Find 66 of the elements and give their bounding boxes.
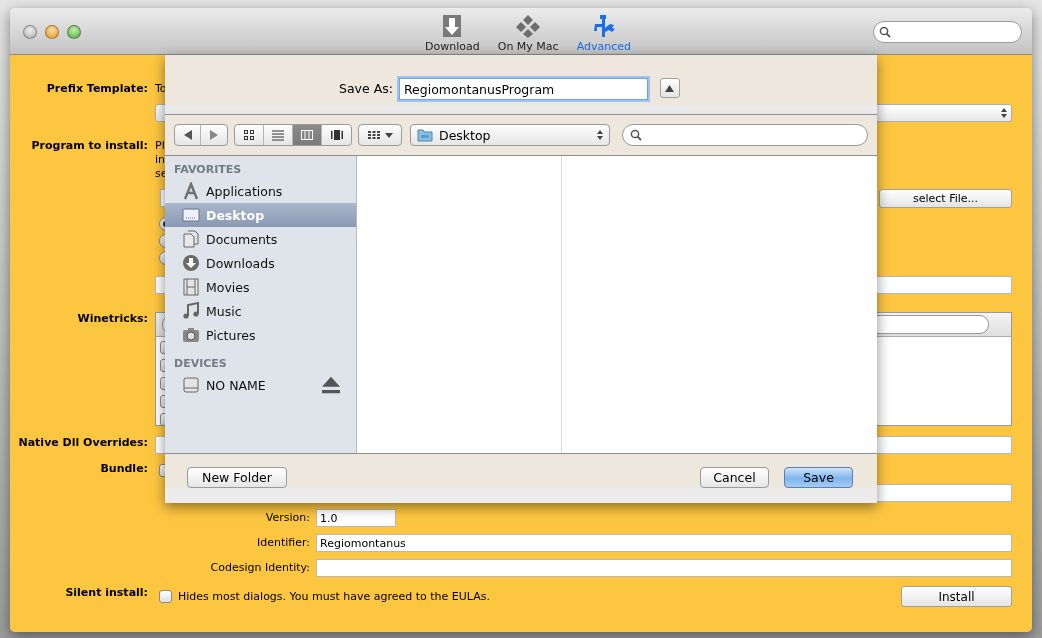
arrange-button[interactable] (358, 124, 402, 146)
folder-icon (417, 128, 433, 142)
field-label: Bundle: (99, 462, 148, 477)
text-field[interactable] (316, 559, 1012, 577)
grid-icon (242, 129, 256, 141)
save-button[interactable]: Save (784, 467, 853, 488)
field-label: Silent install: (64, 586, 148, 601)
stepper-icon (597, 130, 603, 140)
new-folder-button[interactable]: New Folder (187, 467, 287, 488)
text-field[interactable]: 1.0 (316, 509, 396, 527)
cancel-button[interactable]: Cancel (700, 467, 769, 488)
sidebar-item[interactable]: Applications (165, 179, 356, 203)
zoom-button[interactable] (67, 24, 81, 39)
location-dropdown[interactable]: Desktop (410, 124, 610, 146)
camera-icon (182, 326, 200, 344)
letter-a-icon (182, 182, 200, 200)
field-label: Native Dll Overrides: (17, 436, 148, 451)
field-label: Version: (264, 511, 310, 525)
text-field[interactable]: Regiomontanus (316, 534, 1012, 552)
checkbox[interactable] (159, 590, 172, 603)
search-field[interactable] (622, 124, 868, 146)
film-icon (182, 278, 200, 296)
select-file-button[interactable]: select File... (879, 189, 1012, 208)
search-icon (630, 129, 642, 141)
field-label: Identifier: (255, 536, 310, 550)
field-label: Save As: (339, 80, 393, 98)
description-text: in (155, 153, 167, 167)
stepper-icon (1001, 108, 1007, 118)
documents-icon (182, 230, 200, 248)
sidebar-item[interactable]: Movies (165, 275, 356, 299)
view-switcher[interactable] (234, 124, 352, 146)
close-button[interactable] (23, 24, 37, 39)
grid-icon (367, 129, 381, 141)
triangle-icon (665, 84, 675, 92)
field-label: Codesign Identity: (209, 561, 310, 575)
caret-icon (385, 132, 393, 138)
search-icon (879, 25, 891, 38)
sidebar-item[interactable]: Documents (165, 227, 356, 251)
coverflow-icon (329, 129, 344, 141)
sidebar-item[interactable]: NO NAME (165, 373, 356, 397)
section-heading: DEVICES (174, 356, 227, 372)
install-button[interactable]: Install (901, 586, 1012, 607)
sidebar-item[interactable]: Downloads (165, 251, 356, 275)
sidebar-item[interactable]: Music (165, 299, 356, 323)
download-icon (182, 254, 200, 272)
field-label: Program to install: (30, 139, 148, 154)
description-text: Pl (155, 139, 166, 153)
section-heading: FAVORITES (174, 162, 242, 178)
sidebar-item[interactable]: Pictures (165, 323, 356, 347)
field-label: Winetricks: (76, 312, 148, 327)
drive-icon (182, 376, 200, 394)
columns-icon (300, 129, 314, 141)
filename-field[interactable]: RegiomontanusProgram (398, 78, 648, 100)
diamonds-icon (515, 14, 542, 38)
list-icon (271, 129, 285, 141)
disclosure-button[interactable] (659, 78, 680, 98)
search-field[interactable] (873, 20, 1022, 43)
field-label: Prefix Template: (45, 82, 148, 97)
screen-icon (182, 206, 200, 224)
checkbox-label: Hides most dialogs. You must have agreed to the EULAs. (178, 590, 490, 603)
minimize-button[interactable] (45, 24, 59, 39)
eject-icon[interactable] (322, 376, 340, 394)
navigation-buttons[interactable] (174, 124, 228, 146)
toolbar-tab[interactable]: Download (421, 14, 484, 55)
toolbar-tab[interactable]: On My Mac (493, 14, 563, 55)
music-note-icon (182, 302, 200, 320)
